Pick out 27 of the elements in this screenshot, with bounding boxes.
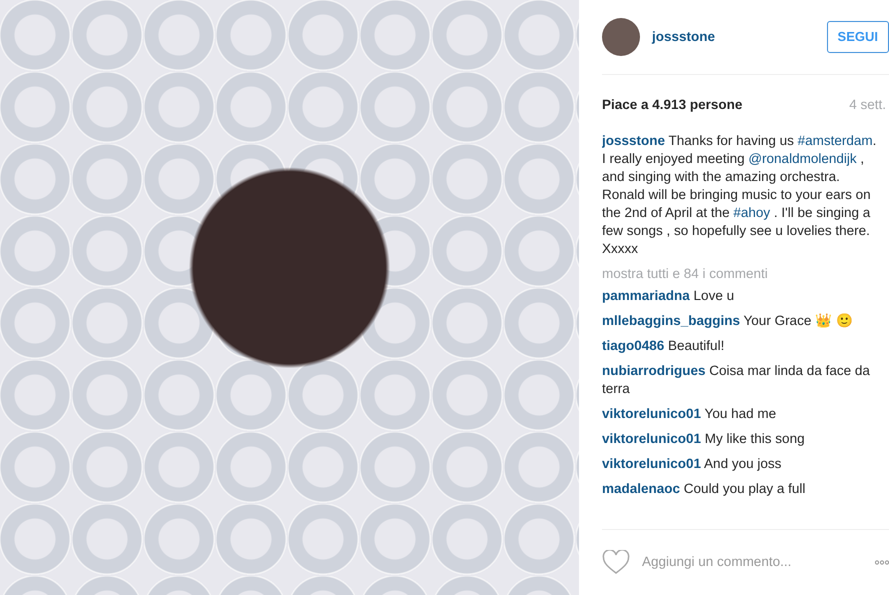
hashtag-link[interactable]: #ahoy [733, 205, 770, 220]
username-link[interactable]: mllebaggins_baggins [602, 313, 740, 328]
username-link[interactable]: madalenaoc [602, 481, 680, 496]
username-link[interactable]: jossstone [602, 133, 666, 148]
hashtag-link[interactable]: @ronaldmolendijk [748, 151, 857, 166]
username-link[interactable]: viktorelunico01 [602, 456, 702, 472]
comment-text: viktorelunico01 And you joss [602, 455, 782, 474]
more-options-icon[interactable] [875, 560, 889, 565]
caption-text: jossstone Thanks for having us #amsterdam. I really enjoyed meeting @ronaldmolendijk , and singing with the amazing orchestra. Ronald will be bringing music to your ears on the 2nd of April at the #ahoy . I'll be singing a few songs , so hopefully see u lovelies there. Xxxxx [602, 132, 878, 258]
username-link[interactable]: pammariadna [602, 288, 690, 304]
comment-text: tiago0486 Beautiful! [602, 337, 726, 356]
comment-text: mllebaggins_baggins Your Grace 👑 🙂 [602, 312, 854, 330]
comment-text: viktorelunico01 You had me [602, 405, 778, 424]
heart-icon[interactable] [602, 550, 630, 575]
hashtag-link[interactable]: #amsterdam [798, 133, 873, 148]
username-link[interactable]: nubiarrodrigues [602, 363, 706, 378]
comment-text: pammariadna Love u [602, 287, 736, 306]
comment-text: nubiarrodrigues Coisa mar linda da face da terra [602, 362, 871, 398]
likes-count: Piace a 4.913 persone [602, 96, 742, 114]
username-link[interactable]: tiago0486 [602, 338, 664, 354]
avatar-circle[interactable] [602, 18, 640, 56]
comment-text: madalenaoc Could you play a full [602, 480, 806, 498]
comment-text: viktorelunico01 My like this song [602, 430, 806, 448]
username-link[interactable]: viktorelunico01 [602, 406, 702, 422]
username-link[interactable]: jossstone [652, 26, 716, 48]
post-time: 4 sett. [849, 96, 887, 114]
username-link[interactable]: viktorelunico01 [602, 431, 702, 446]
